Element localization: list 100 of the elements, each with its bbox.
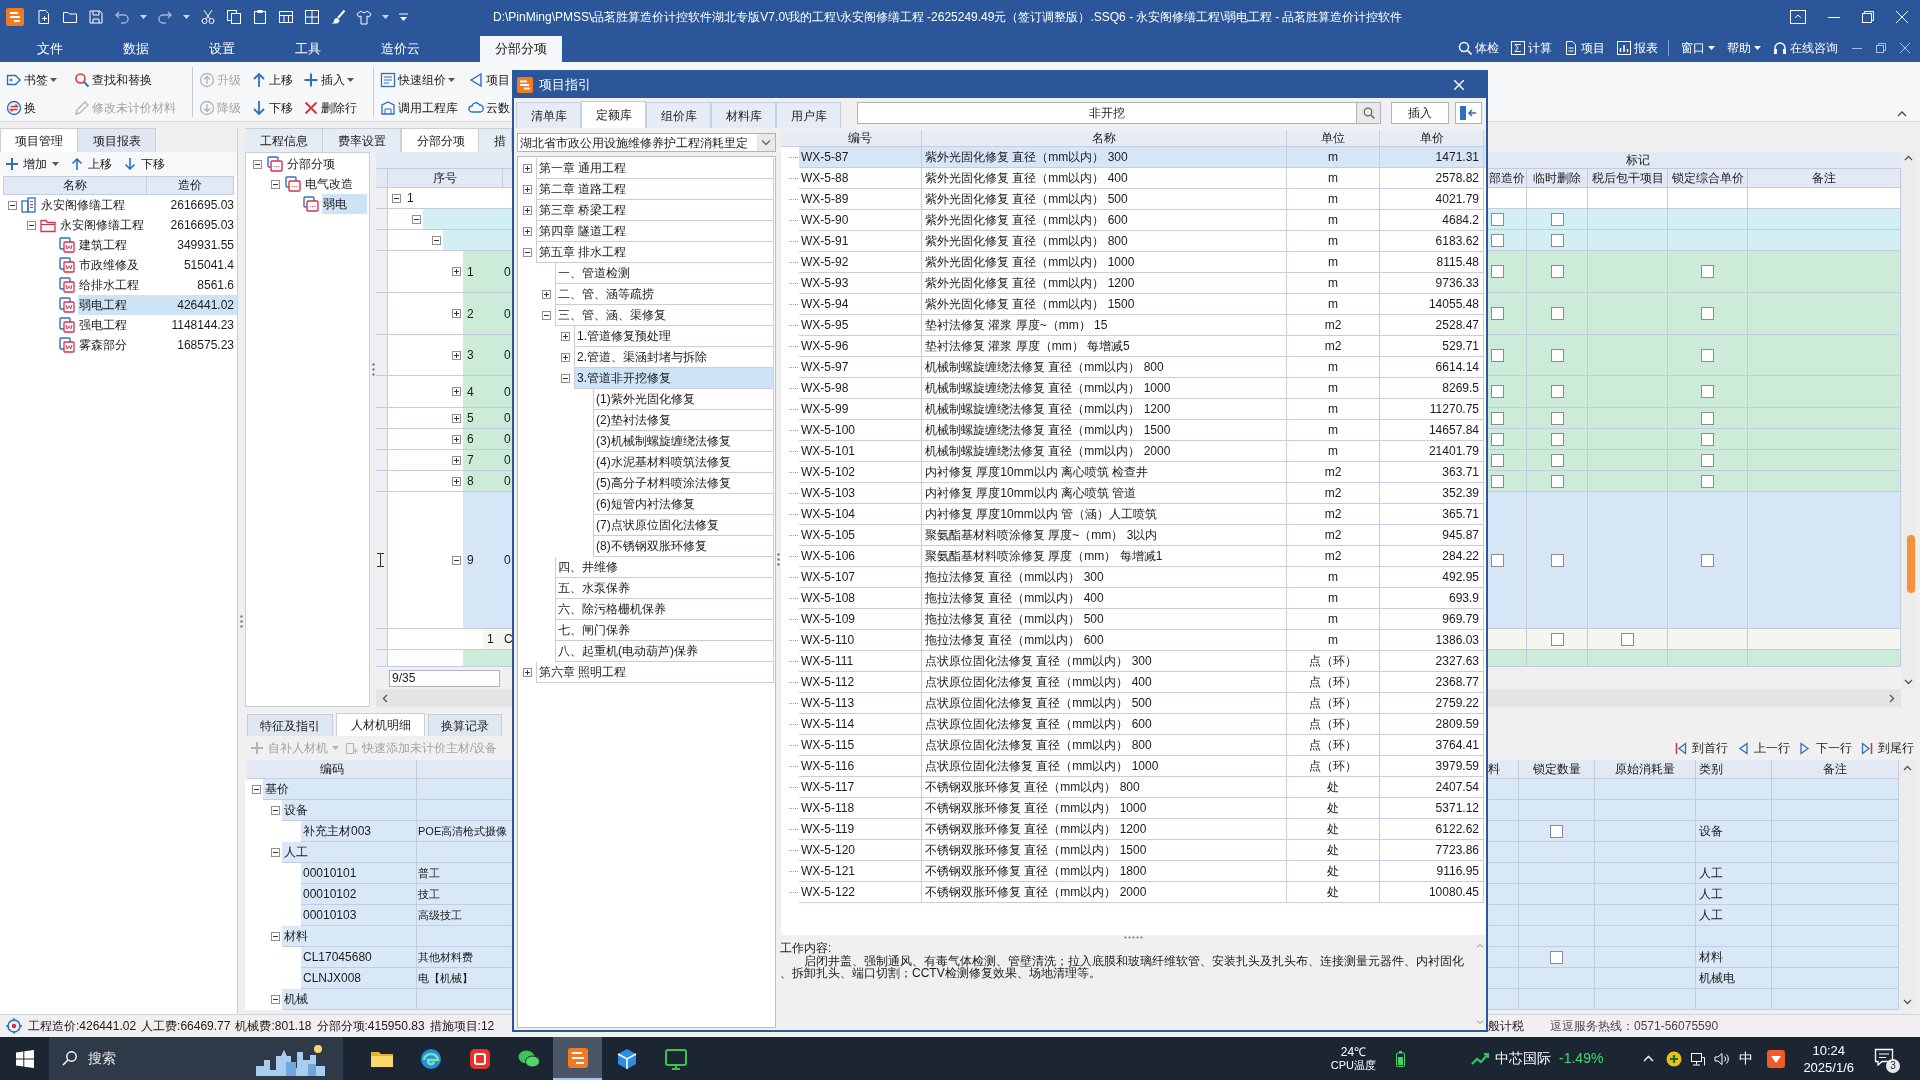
grip-icon[interactable] <box>1124 936 1143 939</box>
restore-icon[interactable] <box>1876 43 1886 53</box>
collapse-icon[interactable] <box>7 200 17 210</box>
collapse-icon[interactable] <box>270 806 280 815</box>
dialog-tab[interactable]: 定额库 <box>581 101 646 128</box>
search-field[interactable]: 搜索 <box>88 1048 208 1069</box>
expand-icon[interactable] <box>451 455 461 465</box>
library-dropdown[interactable]: 湖北省市政公用设施维修养护工程消耗里定 <box>517 133 776 152</box>
row-header-cell[interactable] <box>376 293 388 335</box>
collapse-icon[interactable] <box>270 848 280 857</box>
tree-node-label[interactable]: 永安阁修缮工程 <box>40 195 147 215</box>
table-row[interactable]: WX-5-119 不锈钢双胀环修复 直径（mm以内） 1200 处 6122.62 <box>799 819 1486 840</box>
search-field[interactable]: 非开挖 <box>857 102 1357 124</box>
expand-icon[interactable] <box>541 290 551 299</box>
restore-icon[interactable] <box>1862 11 1874 23</box>
checkbox[interactable] <box>1550 265 1564 278</box>
tree-node[interactable]: 第一章 通用工程 <box>536 158 774 179</box>
tree-node[interactable]: 2.管道、渠涵封堵与拆除 <box>574 347 774 368</box>
tree-node[interactable]: 三、管、涵、渠修复 <box>555 305 774 326</box>
expand-icon[interactable] <box>451 476 461 486</box>
collapse-icon[interactable] <box>391 193 401 203</box>
checkbox[interactable] <box>1550 348 1564 362</box>
table-row[interactable]: WX-5-106 聚氨酯基材料喷涂修复 厚度（mm） 每增减1 m2 284.22 <box>799 546 1486 567</box>
app-logo-icon[interactable] <box>6 8 24 26</box>
collapse-icon[interactable] <box>411 214 421 224</box>
scroll-down-icon[interactable] <box>1903 999 1912 1005</box>
row-header-cell[interactable] <box>376 429 388 450</box>
scroll-left-icon[interactable] <box>382 693 388 703</box>
taskbar-button[interactable] <box>553 1037 602 1080</box>
copy-icon[interactable] <box>226 9 242 25</box>
chevron-down-icon[interactable] <box>757 134 775 151</box>
tree-node[interactable]: 第三章 桥梁工程 <box>536 200 774 221</box>
checkbox[interactable] <box>1550 385 1564 398</box>
tree-node-label[interactable]: 强电工程 <box>78 315 147 335</box>
row-header-cell[interactable] <box>376 408 388 429</box>
scroll-right-icon[interactable] <box>1889 693 1895 703</box>
table-row[interactable]: WX-5-116 点状原位固化法修复 直径（mm以内） 1000 点（环） 3979.59 <box>799 756 1486 777</box>
tree-node-label[interactable]: 市政维修及 <box>78 255 147 275</box>
network-icon[interactable] <box>1690 1050 1707 1067</box>
save-icon[interactable] <box>88 9 104 25</box>
checkbox[interactable] <box>1701 265 1714 278</box>
menu-button[interactable]: 窗口 <box>1681 39 1715 57</box>
menu-tab[interactable]: 分部分项 <box>480 36 562 62</box>
expand-icon[interactable] <box>560 332 570 341</box>
expand-icon[interactable] <box>451 434 461 444</box>
toolbar-button[interactable]: 书签 <box>4 67 72 93</box>
tree-node-label[interactable]: 弱电工程 <box>78 295 147 315</box>
table-row[interactable]: WX-5-102 内衬修复 厚度10mm以内 离心喷筑 检查井 m2 363.71 <box>799 462 1486 483</box>
checkbox[interactable] <box>1491 307 1504 320</box>
dialog-tab[interactable]: 组价库 <box>646 102 711 128</box>
row-counter-field[interactable]: 9/35 <box>389 669 500 687</box>
menu-tab[interactable]: 造价云 <box>351 36 450 62</box>
tree-node[interactable]: 八、起重机(电动葫芦)保养 <box>555 641 774 662</box>
checkbox[interactable] <box>1550 950 1563 964</box>
collapse-icon[interactable] <box>541 311 551 320</box>
tree-node[interactable]: 第五章 排水工程 <box>536 242 774 263</box>
collapse-icon[interactable] <box>270 995 280 1004</box>
table-row[interactable]: WX-5-118 不锈钢双胀环修复 直径（mm以内） 1000 处 5371.12 <box>799 798 1486 819</box>
table-row[interactable]: WX-5-96 垫衬法修复 灌浆 厚度（mm） 每增减5 m2 529.71 <box>799 336 1486 357</box>
collapse-icon[interactable] <box>26 220 36 230</box>
collapse-icon[interactable] <box>271 179 280 189</box>
tree-node-label[interactable]: 建筑工程 <box>78 235 147 255</box>
collapse-icon[interactable] <box>253 159 262 169</box>
expand-icon[interactable] <box>522 206 532 215</box>
table-row[interactable]: WX-5-121 不锈钢双胀环修复 直径（mm以内） 1800 处 9116.95 <box>799 861 1486 882</box>
tree-node[interactable]: 1.管道修复预处理 <box>574 326 774 347</box>
app-icon[interactable] <box>1767 1049 1786 1068</box>
table-row[interactable]: WX-5-92 紫外光固化修复 直径（mm以内） 1000 m 8115.48 <box>799 252 1486 273</box>
panel-tab[interactable]: 特征及指引 <box>247 714 333 736</box>
checkbox[interactable] <box>1550 474 1564 488</box>
table-row[interactable]: WX-5-110 拖拉法修复 直径（mm以内） 600 m 1386.03 <box>799 630 1486 651</box>
expand-icon[interactable] <box>522 185 532 194</box>
table-row[interactable]: WX-5-93 紫外光固化修复 直径（mm以内） 1200 m 9736.33 <box>799 273 1486 294</box>
table-row[interactable]: WX-5-112 点状原位固化法修复 直径（mm以内） 400 点（环） 2368.77 <box>799 672 1486 693</box>
expand-icon[interactable] <box>522 227 532 236</box>
menu-button[interactable]: 在线咨询 <box>1773 39 1838 57</box>
collapse-icon[interactable] <box>251 785 261 794</box>
tree-node[interactable]: (7)点状原位固化法修复 <box>593 515 774 536</box>
grip-icon[interactable] <box>371 363 375 376</box>
plus-circle-icon[interactable] <box>1666 1050 1683 1067</box>
nav-button[interactable]: 到首行 <box>1675 739 1728 757</box>
row-header-cell[interactable] <box>376 650 388 667</box>
table-row[interactable]: WX-5-113 点状原位固化法修复 直径（mm以内） 500 点（环） 2759.22 <box>799 693 1486 714</box>
expand-icon[interactable] <box>451 350 461 360</box>
tree-node-label[interactable]: 给排水工程 <box>78 275 147 295</box>
toolbar-button[interactable]: 下移 <box>249 95 301 121</box>
table-row[interactable]: WX-5-107 拖拉法修复 直径（mm以内） 300 m 492.95 <box>799 567 1486 588</box>
checkbox[interactable] <box>1491 348 1504 362</box>
menu-tab[interactable]: 设置 <box>179 36 265 62</box>
panel-tab[interactable]: 分部分项 <box>401 128 479 152</box>
checkbox[interactable] <box>1491 212 1504 226</box>
stock-chart-icon[interactable] <box>1471 1050 1490 1067</box>
expand-icon[interactable] <box>522 164 532 173</box>
tree-node[interactable]: 五、水泵保养 <box>555 578 774 599</box>
table-row[interactable]: WX-5-89 紫外光固化修复 直径（mm以内） 500 m 4021.79 <box>799 189 1486 210</box>
checkbox[interactable] <box>1550 233 1564 247</box>
panel-tab[interactable]: 措 <box>479 128 512 152</box>
checkbox[interactable] <box>1701 348 1714 362</box>
row-header-cell[interactable] <box>376 450 388 471</box>
table-row[interactable]: WX-5-115 点状原位固化法修复 直径（mm以内） 800 点（环） 3764.41 <box>799 735 1486 756</box>
